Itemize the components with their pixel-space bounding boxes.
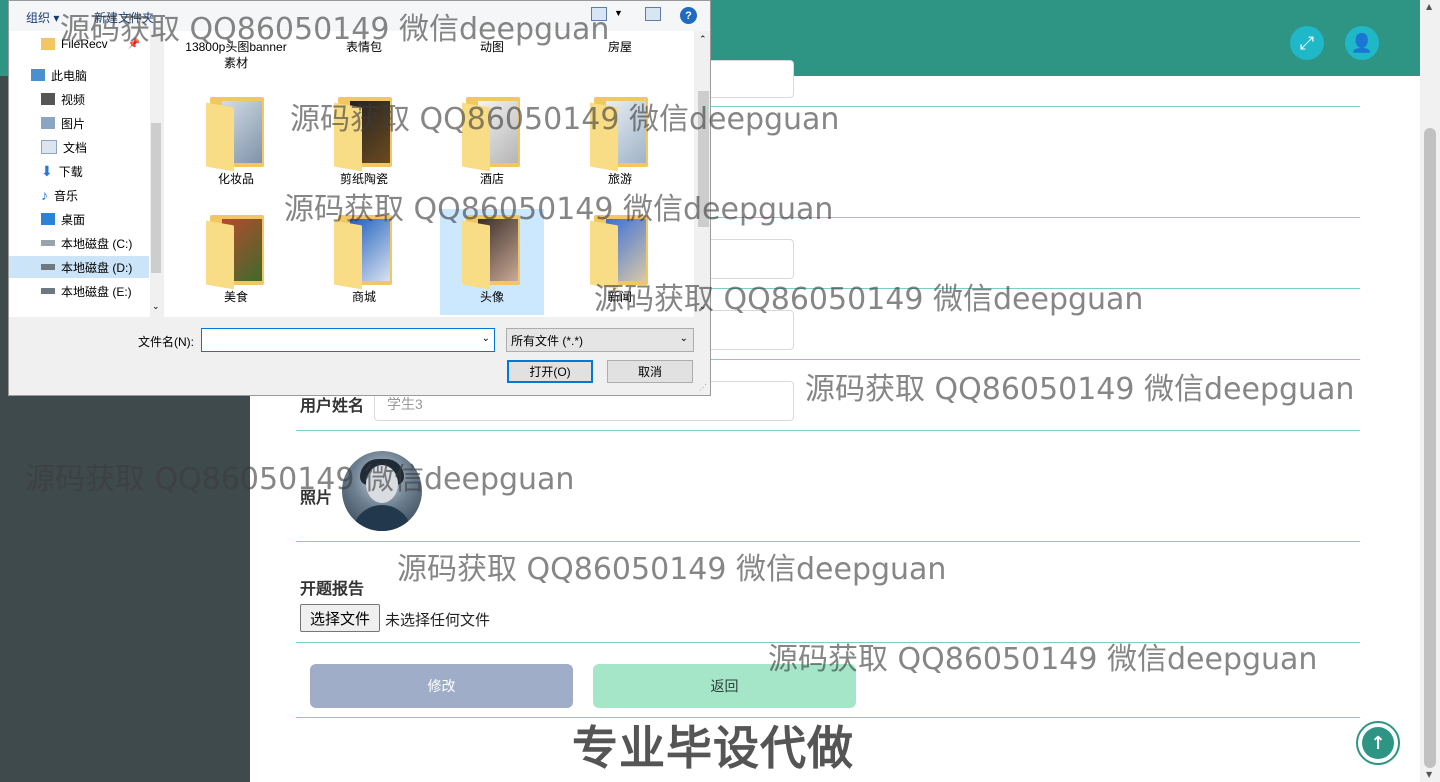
folder-item[interactable]: 房屋 (568, 39, 672, 55)
music-icon: ♪ (41, 187, 48, 203)
preview-pane-icon[interactable] (645, 7, 661, 21)
filename-input[interactable]: ⌄ (201, 328, 495, 352)
scroll-up-icon[interactable]: ▲ (1426, 2, 1432, 11)
folder-icon (204, 91, 268, 172)
row-divider (296, 541, 1360, 542)
folder-item-selected[interactable]: 头像 (440, 209, 544, 315)
username-value: 学生3 (387, 396, 423, 412)
nav-item-label: 桌面 (61, 212, 86, 227)
nav-item-label: 图片 (61, 116, 86, 131)
dialog-toolbar: 组织 ▾ 新建文件夹 ▼ ? (9, 1, 710, 31)
download-icon: ⬇ (41, 162, 53, 179)
report-label: 开题报告 (300, 581, 365, 598)
open-button[interactable]: 打开(O) (507, 360, 593, 383)
avatar[interactable] (342, 451, 422, 531)
file-type-select[interactable]: 所有文件 (*.*) ⌄ (506, 328, 694, 352)
nav-item-label: 本地磁盘 (D:) (61, 260, 133, 275)
navigation-pane: FileRecv 📌 此电脑 视频 图片 文档 ⬇ 下载 ♪ 音乐 桌面 本地磁… (9, 31, 162, 317)
filename-label: 文件名(N): (138, 335, 194, 349)
folder-icon (588, 209, 652, 290)
folder-item[interactable]: 剪纸陶瓷 (312, 91, 416, 187)
file-status: 未选择任何文件 (385, 612, 491, 629)
drive-icon (41, 264, 55, 270)
nav-item-label: 文档 (63, 140, 88, 155)
folder-item[interactable]: 表情包 (312, 39, 416, 55)
resize-grip-icon[interactable]: ⋰ (699, 383, 707, 392)
drive-icon (41, 240, 55, 246)
row-divider (296, 430, 1360, 431)
folder-icon (332, 209, 396, 290)
folder-item[interactable]: 旅游 (568, 91, 672, 187)
file-open-dialog: 组织 ▾ 新建文件夹 ▼ ? FileRecv 📌 此电脑 视频 图片 文档 ⬇… (8, 0, 711, 396)
folder-icon (41, 38, 55, 50)
file-list-scrollbar-thumb[interactable] (698, 91, 709, 227)
drive-icon (41, 288, 55, 294)
folder-icon (460, 91, 524, 172)
computer-icon (31, 69, 45, 81)
user-icon: 👤 (1350, 32, 1374, 54)
desktop-icon (41, 213, 55, 225)
file-scroll-up-icon[interactable]: ⌃ (699, 34, 707, 45)
choose-file-button[interactable]: 选择文件 (300, 604, 380, 632)
back-to-top-button[interactable]: ↑ (1356, 721, 1400, 765)
user-menu-button[interactable]: 👤 (1345, 26, 1379, 60)
promo-banner: 专业毕设代做 (572, 721, 854, 775)
help-icon[interactable]: ? (680, 7, 697, 24)
chevron-down-icon[interactable]: ⌄ (482, 333, 490, 344)
chevron-down-icon: ⌄ (679, 333, 688, 344)
nav-item-label: 本地磁盘 (E:) (61, 284, 132, 299)
nav-scroll-down-icon[interactable]: ⌄ (152, 301, 160, 312)
nav-item-label: 本地磁盘 (C:) (61, 236, 133, 251)
photo-label: 照片 (300, 490, 333, 507)
fullscreen-button[interactable]: ⤢ (1290, 26, 1324, 60)
nav-item-label: 下载 (58, 164, 83, 179)
nav-item-label: 视频 (61, 92, 86, 107)
folder-item[interactable]: 美食 (184, 209, 288, 305)
nav-item-label: 此电脑 (51, 68, 88, 83)
folder-item[interactable]: 酒店 (440, 91, 544, 187)
folder-item[interactable]: 新闻 (568, 209, 672, 305)
organize-menu[interactable]: 组织 ▾ (26, 9, 59, 26)
folder-icon (588, 91, 652, 172)
nav-item-label: FileRecv (61, 37, 108, 51)
cancel-button[interactable]: 取消 (607, 360, 693, 383)
file-type-value: 所有文件 (*.*) (511, 333, 584, 348)
view-dropdown-icon[interactable]: ▼ (614, 8, 623, 18)
pictures-icon (41, 117, 55, 129)
new-folder-button[interactable]: 新建文件夹 (94, 9, 154, 26)
form-input-2[interactable] (700, 239, 794, 279)
folder-icon (460, 209, 524, 290)
folder-item[interactable]: 动图 (440, 39, 544, 55)
nav-scrollbar-thumb[interactable] (151, 123, 161, 273)
folder-item[interactable]: 13800p头图banner素材 (184, 39, 288, 71)
documents-icon (41, 140, 57, 154)
row-divider (296, 642, 1360, 643)
back-button[interactable]: 返回 (593, 664, 856, 708)
folder-icon (204, 209, 268, 290)
file-list: 13800p头图banner素材 表情包 动图 房屋 化妆品 剪纸陶瓷 酒店 旅… (164, 31, 694, 317)
scroll-down-icon[interactable]: ▼ (1426, 770, 1432, 779)
video-icon (41, 93, 55, 105)
edit-button[interactable]: 修改 (310, 664, 573, 708)
form-input-3[interactable] (700, 310, 794, 350)
nav-item-drive-d[interactable]: 本地磁盘 (D:) (9, 256, 149, 278)
nav-item-label: 音乐 (54, 188, 79, 203)
page-scrollbar-thumb[interactable] (1424, 128, 1436, 768)
arrow-up-icon: ↑ (1362, 727, 1394, 759)
folder-item[interactable]: 商城 (312, 209, 416, 305)
pin-icon: 📌 (127, 38, 141, 50)
view-options-icon[interactable] (591, 7, 607, 21)
file-scroll-down-icon[interactable]: ⌄ (699, 301, 707, 312)
folder-icon (332, 91, 396, 172)
expand-icon: ⤢ (1299, 32, 1315, 54)
folder-item[interactable]: 化妆品 (184, 91, 288, 187)
